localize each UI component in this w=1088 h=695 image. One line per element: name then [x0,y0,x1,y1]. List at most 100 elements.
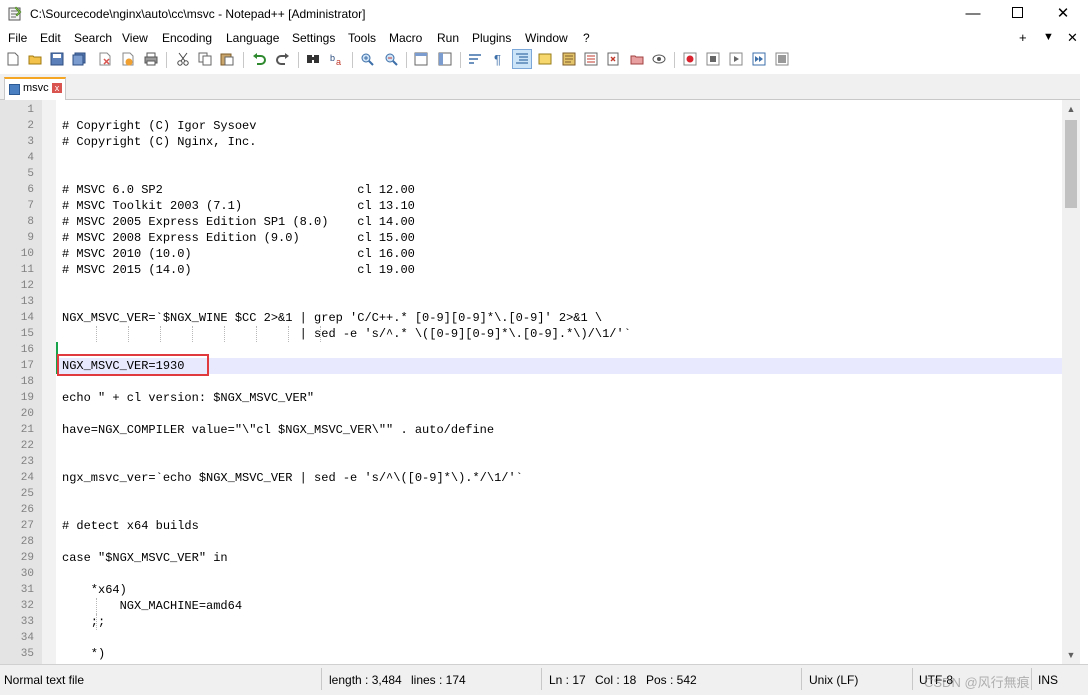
redo-icon[interactable] [276,52,290,66]
code-line[interactable]: have=NGX_COMPILER value="\"cl $NGX_MSVC_… [58,422,1062,438]
svg-text:¶: ¶ [494,52,501,66]
replace-icon[interactable]: ba [330,52,344,66]
minimize-button[interactable]: — [950,0,996,28]
menu-window[interactable]: Window [525,31,568,45]
menu-macro[interactable]: Macro [389,31,422,45]
code-line[interactable]: # MSVC 6.0 SP2 cl 12.00 [58,182,1062,198]
sync-vertical-icon[interactable] [414,52,428,66]
code-line[interactable]: # Copyright (C) Nginx, Inc. [58,134,1062,150]
save-macro-icon[interactable] [775,52,789,66]
close-icon[interactable] [98,52,112,66]
menu-file[interactable]: File [8,31,27,45]
monitoring-icon[interactable] [652,52,666,66]
scroll-down-icon[interactable]: ▼ [1062,646,1080,664]
record-macro-icon[interactable] [683,52,697,66]
maximize-button[interactable] [994,0,1040,28]
window-title: C:\Sourcecode\nginx\auto\cc\msvc - Notep… [30,7,366,21]
print-icon[interactable] [144,52,158,66]
code-area[interactable]: # Copyright (C) Igor Sysoev # Copyright (… [58,100,1062,664]
document-map-icon[interactable] [562,52,576,66]
code-line[interactable]: ;; [58,614,1062,630]
folder-icon[interactable] [630,52,644,66]
status-eol[interactable]: Unix (LF) [809,673,858,687]
code-line[interactable]: # detect x64 builds [58,518,1062,534]
function-list-icon[interactable] [584,52,598,66]
line-number: 16 [20,344,34,356]
code-line[interactable] [58,566,1062,582]
code-line[interactable]: case "$NGX_MSVC_VER" in [58,550,1062,566]
run-macro-multiple-icon[interactable] [752,52,766,66]
menu-language[interactable]: Language [226,31,279,45]
new-file-icon[interactable] [6,52,20,66]
code-line[interactable] [58,502,1062,518]
sync-horizontal-icon[interactable] [438,52,452,66]
menu-view[interactable]: View [122,31,148,45]
scroll-up-icon[interactable]: ▲ [1062,100,1080,118]
code-line[interactable]: *x64) [58,582,1062,598]
code-line[interactable]: # MSVC 2010 (10.0) cl 16.00 [58,246,1062,262]
find-icon[interactable] [306,52,320,66]
cut-icon[interactable] [176,52,190,66]
code-line[interactable] [58,166,1062,182]
code-line[interactable] [58,278,1062,294]
menu-plugins[interactable]: Plugins [472,31,511,45]
save-icon[interactable] [50,52,64,66]
play-macro-icon[interactable] [729,52,743,66]
fold-margin[interactable] [42,100,56,664]
code-line[interactable]: # MSVC 2015 (14.0) cl 19.00 [58,262,1062,278]
tab-msvc[interactable]: msvc x [4,77,66,100]
new-tab-button[interactable]: + [1019,30,1027,45]
code-line[interactable]: NGX_MACHINE=amd64 [58,598,1062,614]
code-line[interactable]: *) [58,646,1062,662]
line-number: 10 [20,248,34,260]
menu-edit[interactable]: Edit [40,31,61,45]
code-line[interactable]: echo " + cl version: $NGX_MSVC_VER" [58,390,1062,406]
code-line[interactable] [58,454,1062,470]
code-line[interactable]: # MSVC Toolkit 2003 (7.1) cl 13.10 [58,198,1062,214]
editor[interactable]: 1 2 3 4 5 6 7 8 9 10 11 12 13 14 15 16 17 18 19 20 21 22 23 24 2… [0,100,1088,664]
user-language-icon[interactable] [538,52,552,66]
indent-guide-icon[interactable] [515,52,529,66]
save-all-icon[interactable] [72,52,86,66]
paste-icon[interactable] [220,52,234,66]
menu-tools[interactable]: Tools [348,31,376,45]
menu-search[interactable]: Search [74,31,112,45]
code-line[interactable] [58,102,1062,118]
code-line[interactable] [58,486,1062,502]
code-line[interactable] [58,534,1062,550]
code-line[interactable] [58,294,1062,310]
folder-workspace-icon[interactable] [606,52,620,66]
undo-icon[interactable] [252,52,266,66]
code-line[interactable] [58,630,1062,646]
copy-icon[interactable] [198,52,212,66]
tab-list-button[interactable]: ▼ [1043,31,1054,43]
open-file-icon[interactable] [28,52,42,66]
menu-help[interactable]: ? [583,31,590,45]
close-document-button[interactable]: ✕ [1067,30,1078,46]
code-line[interactable] [58,438,1062,454]
tab-close-icon[interactable]: x [52,83,62,93]
code-line[interactable]: # MSVC 2005 Express Edition SP1 (8.0) cl… [58,214,1062,230]
zoom-out-icon[interactable] [384,52,398,66]
code-line[interactable] [58,150,1062,166]
code-line[interactable] [58,374,1062,390]
code-line[interactable]: ngx_msvc_ver=`echo $NGX_MSVC_VER | sed -… [58,470,1062,486]
title-bar: C:\Sourcecode\nginx\auto\cc\msvc - Notep… [0,0,1088,28]
code-line[interactable]: # MSVC 2008 Express Edition (9.0) cl 15.… [58,230,1062,246]
code-line[interactable]: | sed -e 's/^.* \([0-9][0-9]*\.[0-9].*\)… [58,326,1062,342]
indent-guide [224,326,225,342]
stop-macro-icon[interactable] [706,52,720,66]
zoom-in-icon[interactable] [360,52,374,66]
vertical-scrollbar[interactable]: ▲ ▼ [1062,100,1080,664]
word-wrap-icon[interactable] [468,52,482,66]
menu-settings[interactable]: Settings [292,31,335,45]
scroll-thumb[interactable] [1065,120,1077,208]
close-all-icon[interactable] [120,52,134,66]
status-insert-mode[interactable]: INS [1038,673,1058,687]
code-line[interactable] [58,406,1062,422]
menu-encoding[interactable]: Encoding [162,31,212,45]
show-all-chars-icon[interactable]: ¶ [492,52,506,66]
code-line[interactable]: NGX_MSVC_VER=`$NGX_WINE $CC 2>&1 | grep … [58,310,1062,326]
menu-run[interactable]: Run [437,31,459,45]
code-line[interactable]: # Copyright (C) Igor Sysoev [58,118,1062,134]
